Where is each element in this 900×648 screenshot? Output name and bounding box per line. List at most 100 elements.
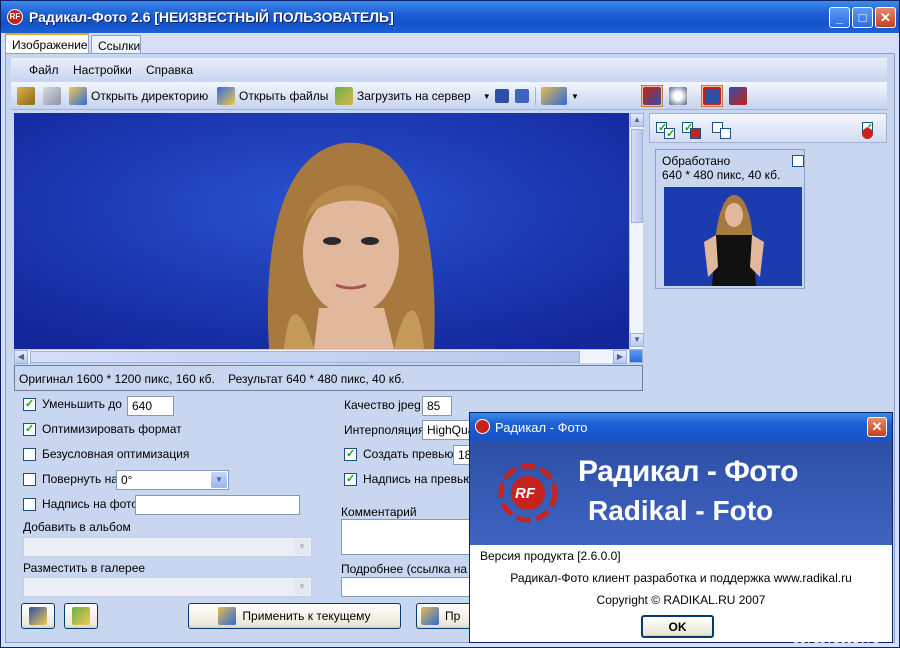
banner-title-en: Radikal - Foto xyxy=(588,495,774,526)
apply-current-button[interactable]: Применить к текущему xyxy=(188,603,401,629)
rotate-option[interactable]: Повернуть на xyxy=(23,472,118,486)
copyright-text: Copyright © RADIKAL.RU 2007 xyxy=(596,593,766,607)
about-dialog: Радикал - Фото ✕ RF Радикал - Фото Radik… xyxy=(469,412,893,643)
load-settings-icon xyxy=(72,607,90,625)
preview-caption-label: Надпись на превью xyxy=(363,472,473,486)
caption-checkbox[interactable] xyxy=(23,497,36,511)
save-icon xyxy=(495,89,509,103)
check-all-icon xyxy=(664,127,675,140)
delete-icon xyxy=(862,128,873,139)
optimize-label: Оптимизировать формат xyxy=(42,422,182,436)
scroll-down-icon[interactable]: ▼ xyxy=(630,333,644,347)
optimize-option[interactable]: Оптимизировать формат xyxy=(23,422,182,436)
comment-input[interactable] xyxy=(341,519,481,555)
image-vertical-scrollbar[interactable]: ▲ ▼ xyxy=(629,113,644,349)
close-button[interactable]: ✕ xyxy=(875,7,896,28)
thumbnail-view-button[interactable] xyxy=(701,85,723,107)
original-size: Оригинал 1600 * 1200 пикс, 160 кб. xyxy=(19,372,215,386)
maximize-button[interactable]: □ xyxy=(852,7,873,28)
about-close-button[interactable]: ✕ xyxy=(867,417,887,437)
preview-caption-option[interactable]: Надпись на превью xyxy=(344,472,472,486)
thumbnail-photo xyxy=(664,187,802,286)
scroll-right-icon[interactable]: ▶ xyxy=(613,350,627,364)
jpeg-quality-label: Качество jpeg xyxy=(344,398,421,412)
menu-file[interactable]: Файл xyxy=(29,63,59,77)
ok-button[interactable]: OK xyxy=(641,615,714,638)
app-icon xyxy=(475,419,490,434)
apply-all-button[interactable]: Пр xyxy=(416,603,476,629)
preview-caption-checkbox[interactable] xyxy=(344,472,357,486)
upload-button[interactable]: Загрузить на сервер ▼ xyxy=(335,85,491,107)
thumbnail-card[interactable]: Обработано 640 * 480 пикс, 40 кб. xyxy=(655,149,805,289)
chevron-down-icon[interactable]: ▼ xyxy=(483,92,491,101)
upload-icon xyxy=(335,87,353,105)
chevron-down-icon[interactable]: ▼ xyxy=(211,472,227,488)
settings-load-button[interactable] xyxy=(64,603,98,629)
description-text: Радикал-Фото клиент разработка и поддерж… xyxy=(510,571,852,585)
preview-label: Создать превью xyxy=(363,447,454,461)
invert-mark-icon xyxy=(690,128,701,139)
jpeg-quality-input[interactable]: 85 xyxy=(422,396,452,416)
scroll-left-icon[interactable]: ◀ xyxy=(14,350,28,364)
reduce-label: Уменьшить до xyxy=(42,397,122,411)
apply-icon xyxy=(218,607,237,625)
scroll-thumb[interactable] xyxy=(30,351,580,363)
rotate-label: Повернуть на xyxy=(42,472,118,486)
key-icon xyxy=(17,87,35,105)
toolbar: Открыть директорию Открыть файлы Загрузи… xyxy=(11,82,887,110)
save-settings-icon xyxy=(29,607,47,625)
resize-grip-icon[interactable] xyxy=(629,349,643,363)
unconditional-checkbox[interactable] xyxy=(23,447,36,461)
about-title-bar[interactable]: Радикал - Фото ✕ xyxy=(470,413,892,441)
scroll-up-icon[interactable]: ▲ xyxy=(630,113,644,127)
menu-help[interactable]: Справка xyxy=(146,63,193,77)
folder-open-icon xyxy=(69,87,87,105)
image-horizontal-scrollbar[interactable]: ◀ ▶ xyxy=(14,349,629,364)
reduce-checkbox[interactable] xyxy=(23,397,36,411)
album-select[interactable]: ▼ xyxy=(23,537,312,557)
apply-all-icon xyxy=(421,607,439,625)
image-view-icon xyxy=(643,87,661,105)
tab-image[interactable]: Изображение xyxy=(5,33,89,54)
title-bar[interactable]: RF Радикал-Фото 2.6 [НЕИЗВЕСТНЫЙ ПОЛЬЗОВ… xyxy=(1,1,899,33)
chevron-down-icon: ▼ xyxy=(294,579,310,595)
gallery-select[interactable]: ▼ xyxy=(23,577,312,597)
save-all-icon xyxy=(515,89,529,103)
list-view-button[interactable] xyxy=(729,85,747,107)
rotate-checkbox[interactable] xyxy=(23,472,36,486)
scroll-thumb[interactable] xyxy=(631,129,643,223)
caption-input[interactable] xyxy=(135,495,300,515)
menu-settings[interactable]: Настройки xyxy=(73,63,132,77)
files-icon xyxy=(217,87,235,105)
details-input[interactable] xyxy=(341,577,481,597)
rotate-select[interactable]: 0° ▼ xyxy=(116,470,229,490)
banner-title-ru: Радикал - Фото xyxy=(578,455,799,488)
settings-save-button[interactable] xyxy=(21,603,55,629)
thumbnail-image xyxy=(664,187,802,286)
caption-option[interactable]: Надпись на фото xyxy=(23,497,138,511)
minimize-button[interactable]: _ xyxy=(829,7,850,28)
unconditional-option[interactable]: Безусловная оптимизация xyxy=(23,447,189,461)
view-image-button[interactable] xyxy=(641,85,663,107)
chevron-down-icon[interactable]: ▼ xyxy=(571,92,579,101)
preview-checkbox[interactable] xyxy=(344,447,357,461)
tab-links[interactable]: Ссылки xyxy=(91,35,141,53)
optimize-checkbox[interactable] xyxy=(23,422,36,436)
tool-copy-button[interactable] xyxy=(43,85,61,107)
tool-key-button[interactable] xyxy=(17,85,35,107)
save-button[interactable] xyxy=(495,85,509,107)
thumbnail-checkbox[interactable] xyxy=(792,155,804,167)
about-title: Радикал - Фото xyxy=(495,420,588,435)
thumbnail-icon xyxy=(703,87,721,105)
reduce-option[interactable]: Уменьшить до xyxy=(23,397,122,411)
open-files-button[interactable]: Открыть файлы xyxy=(217,85,328,107)
reduce-input[interactable]: 640 xyxy=(127,396,174,416)
image-preview[interactable] xyxy=(14,113,629,349)
result-size: Результат 640 * 480 пикс, 40 кб. xyxy=(228,372,405,386)
zoom-button[interactable] xyxy=(669,85,687,107)
save-all-button[interactable] xyxy=(515,85,529,107)
interpolation-label: Интерполяция xyxy=(344,423,425,437)
open-directory-button[interactable]: Открыть директорию xyxy=(69,85,208,107)
preview-option[interactable]: Создать превью xyxy=(344,447,453,461)
process-button[interactable]: ▼ xyxy=(541,85,579,107)
